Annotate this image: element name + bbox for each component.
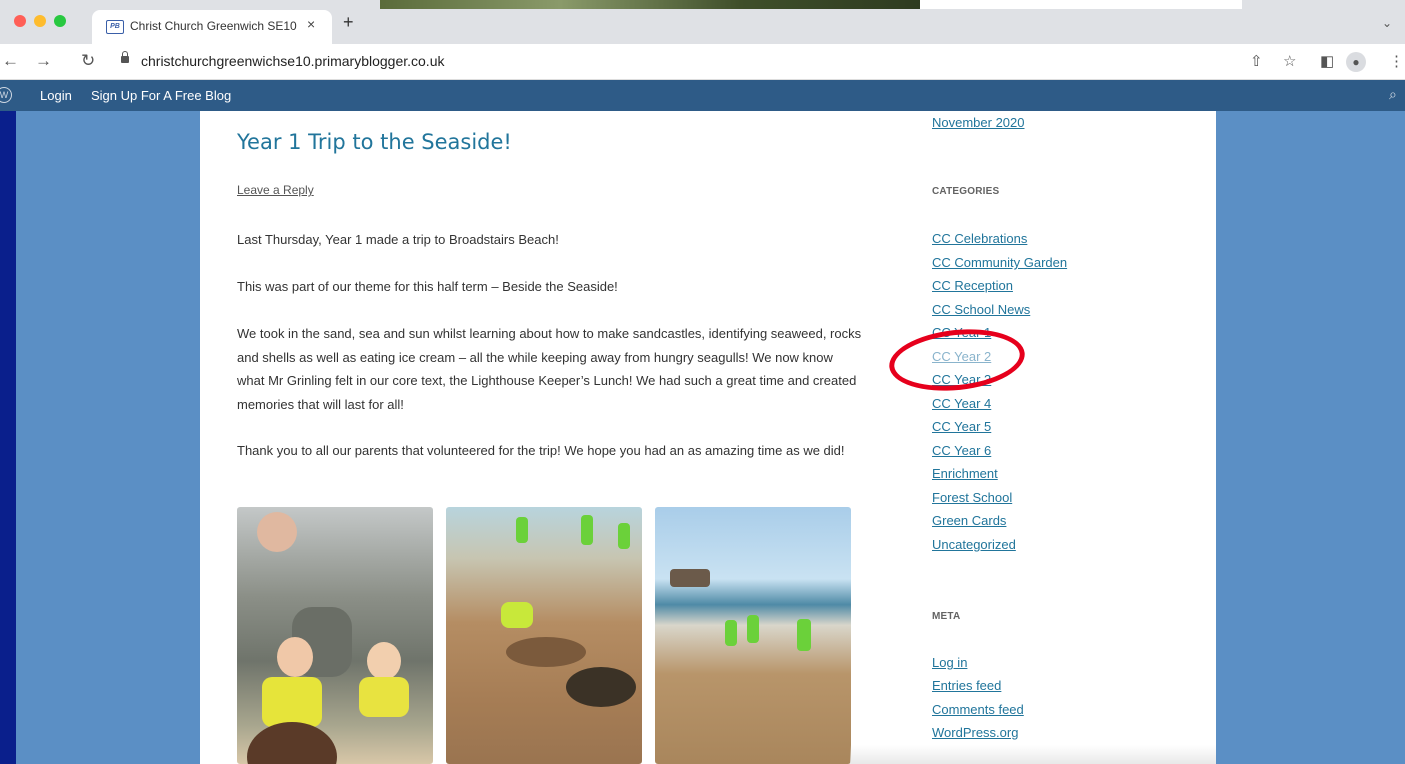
category-link[interactable]: CC Community Garden [932, 255, 1067, 270]
signup-link[interactable]: Sign Up For A Free Blog [91, 88, 231, 103]
tab-close-icon[interactable]: × [307, 16, 315, 32]
back-arrow-icon[interactable]: ← [2, 52, 19, 70]
search-icon[interactable]: ⌕ [1389, 86, 1397, 103]
maximize-window-button[interactable] [54, 15, 66, 27]
meta-link[interactable]: Comments feed [932, 702, 1024, 717]
meta-link[interactable]: WordPress.org [932, 725, 1018, 740]
post-paragraph: This was part of our theme for this half… [237, 279, 618, 294]
share-icon[interactable]: ⇧ [1250, 52, 1263, 70]
category-link[interactable]: CC School News [932, 302, 1030, 317]
side-panel-icon[interactable]: ◧ [1320, 52, 1334, 70]
category-link[interactable]: CC Year 4 [932, 396, 991, 411]
category-link[interactable]: CC Reception [932, 278, 1013, 293]
site-favicon-icon: PB [106, 20, 124, 34]
gallery-photo-beach-paddling[interactable] [655, 507, 851, 764]
meta-link[interactable]: Entries feed [932, 678, 1001, 693]
category-link[interactable]: CC Year 5 [932, 419, 991, 434]
category-link[interactable]: Uncategorized [932, 537, 1016, 552]
url-field[interactable]: christchurchgreenwichse10.primaryblogger… [141, 53, 444, 69]
browser-tab[interactable]: PB Christ Church Greenwich SE10 × [92, 10, 332, 44]
category-link[interactable]: CC Year 6 [932, 443, 991, 458]
category-link[interactable]: Green Cards [932, 513, 1006, 528]
bottom-fade [850, 745, 1216, 764]
meta-heading: META [932, 611, 961, 622]
gallery-photo-beach-digging[interactable] [446, 507, 642, 764]
tab-search-chevron-icon[interactable]: ⌄ [1382, 16, 1392, 30]
meta-link[interactable]: Log in [932, 655, 967, 670]
category-link[interactable]: CC Celebrations [932, 231, 1027, 246]
archive-link[interactable]: November 2020 [932, 115, 1025, 130]
post-paragraph: Thank you to all our parents that volunt… [237, 443, 845, 458]
lock-icon[interactable] [121, 51, 129, 63]
category-link[interactable]: Forest School [932, 490, 1012, 505]
login-link[interactable]: Login [40, 88, 72, 103]
close-window-button[interactable] [14, 15, 26, 27]
minimize-window-button[interactable] [34, 15, 46, 27]
post-title[interactable]: Year 1 Trip to the Seaside! [237, 130, 512, 154]
menu-icon[interactable]: ⋮ [1389, 52, 1404, 70]
gallery-photo-coach[interactable] [237, 507, 433, 764]
wordpress-logo-icon[interactable]: W [0, 87, 12, 103]
categories-heading: CATEGORIES [932, 186, 1000, 197]
tab-title: Christ Church Greenwich SE10 [130, 19, 297, 33]
wordpress-admin-bar: W Login Sign Up For A Free Blog ⌕ [0, 80, 1405, 111]
post-paragraph: We took in the sand, sea and sun whilst … [237, 326, 862, 412]
category-link[interactable]: Enrichment [932, 466, 998, 481]
star-icon[interactable]: ☆ [1283, 52, 1296, 70]
header-photo-edge [380, 0, 920, 9]
forward-arrow-icon[interactable]: → [35, 52, 52, 70]
new-tab-button[interactable]: + [343, 13, 354, 31]
header-photo-edge-white [920, 0, 1242, 9]
leave-reply-link[interactable]: Leave a Reply [237, 183, 314, 197]
reload-icon[interactable]: ↻ [81, 52, 95, 70]
post-paragraph: Last Thursday, Year 1 made a trip to Bro… [237, 232, 559, 247]
address-bar: ← → ↻ christchurchgreenwichse10.primaryb… [0, 44, 1405, 80]
profile-icon[interactable]: ● [1346, 52, 1366, 72]
